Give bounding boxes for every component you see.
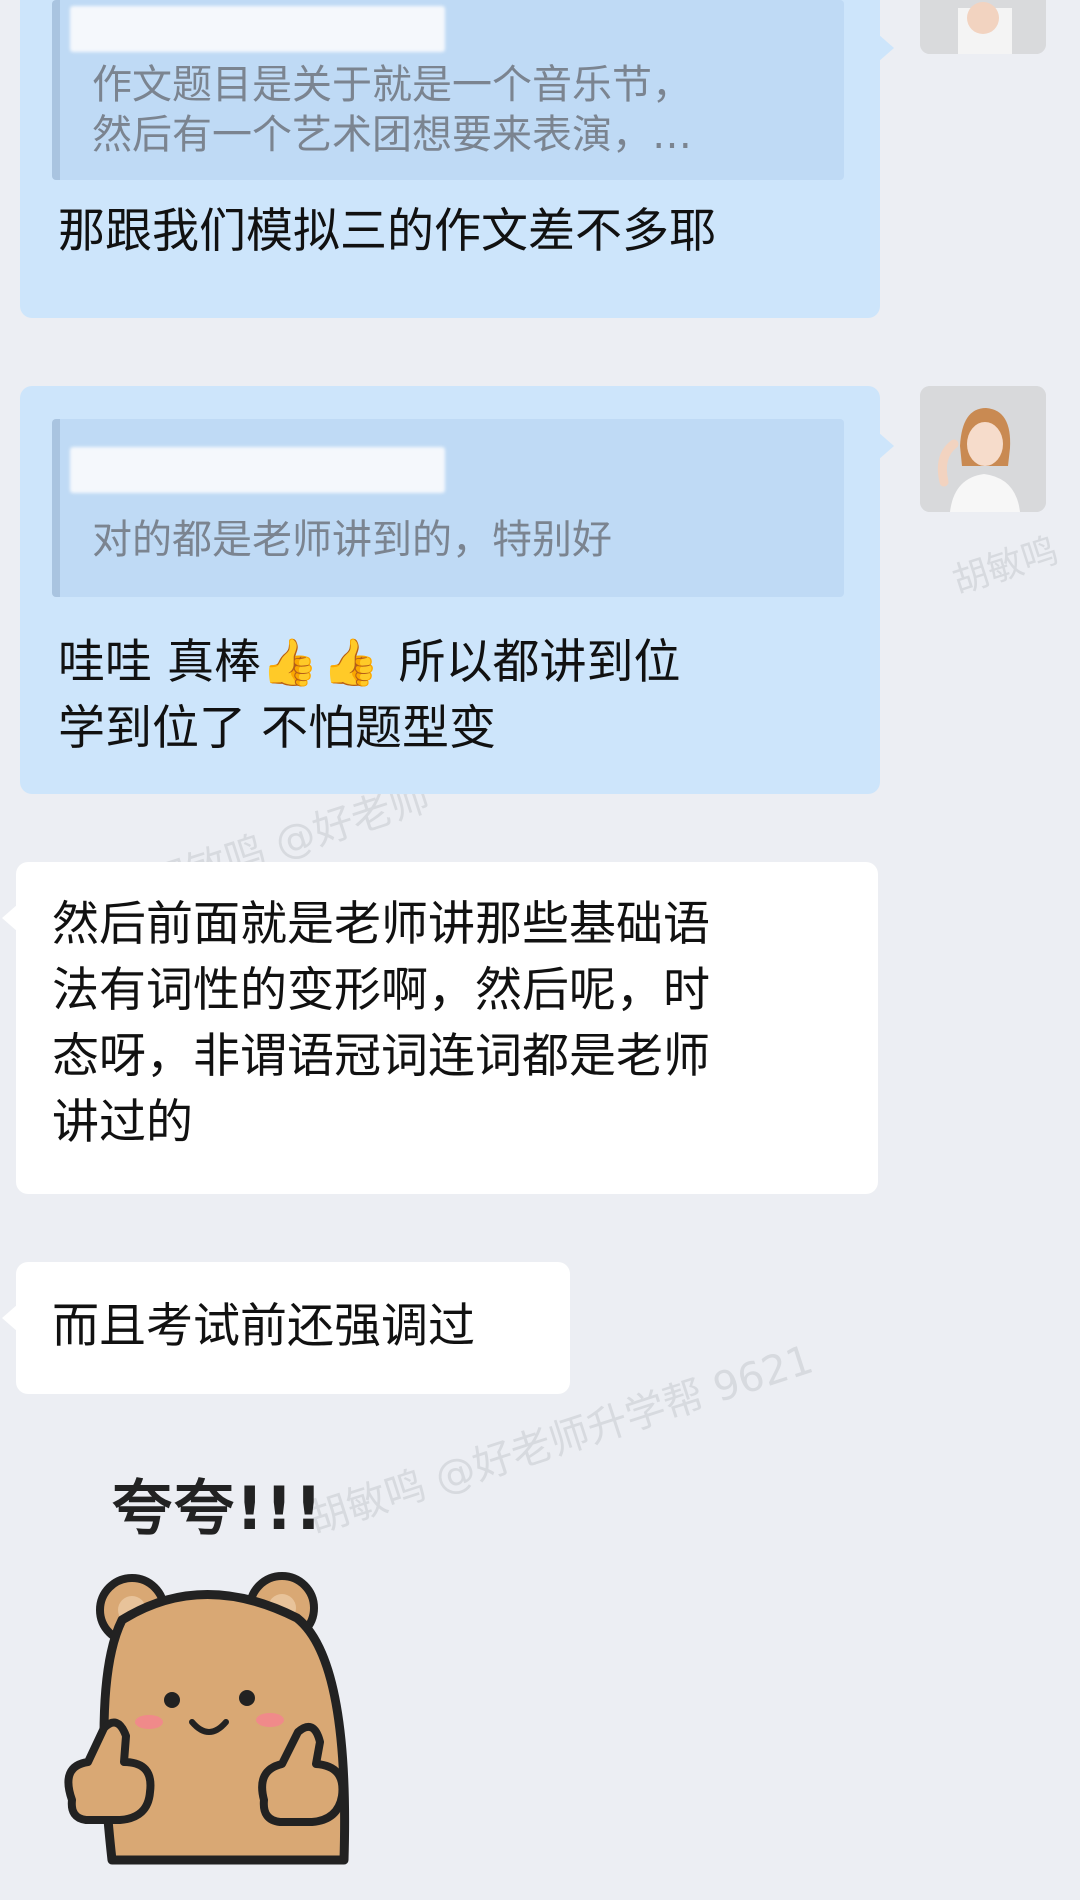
message-text: 那跟我们模拟三的作文差不多耶 (58, 204, 716, 259)
quoted-message-text: 对的都是老师讲到的，特别好 (92, 517, 612, 563)
message-bubble-outgoing[interactable]: 作文题目是关于就是一个音乐节， 然后有一个艺术团想要来表演，… 那跟我们模拟三的… (20, 0, 894, 318)
message-bubble-incoming[interactable]: 而且考试前还强调过 (2, 1262, 570, 1394)
message-bubble-incoming[interactable]: 然后前面就是老师讲那些基础语 法有词性的变形啊，然后呢，时 态呀，非谓语冠词连词… (2, 862, 878, 1194)
thumbs-up-bear-icon (64, 1572, 350, 1865)
watermark: 胡敏鸣 (947, 530, 1064, 603)
avatar-photo-icon (920, 0, 1046, 54)
thumbs-up-emoji-icon: 👍👍 (260, 635, 384, 689)
message-text: 哇哇 真棒👍👍 所以都讲到位 学到位了 不怕题型变 (58, 629, 680, 762)
message-bubble-outgoing[interactable]: 对的都是老师讲到的，特别好 哇哇 真棒👍👍 所以都讲到位 学到位了 不怕题型变 (20, 386, 894, 794)
redacted-quote-sender (70, 6, 445, 52)
avatar[interactable] (920, 0, 1046, 54)
redacted-quote-sender (70, 447, 445, 493)
bear-sticker[interactable]: 夸夸!!! (52, 1460, 372, 1880)
message-text: 而且考试前还强调过 (52, 1299, 475, 1354)
quoted-message[interactable]: 作文题目是关于就是一个音乐节， 然后有一个艺术团想要来表演，… (52, 0, 844, 180)
message-text: 然后前面就是老师讲那些基础语 法有词性的变形啊，然后呢，时 态呀，非谓语冠词连词… (52, 897, 710, 1150)
quoted-message[interactable]: 对的都是老师讲到的，特别好 (52, 419, 844, 597)
quoted-message-text: 作文题目是关于就是一个音乐节， 然后有一个艺术团想要来表演，… (92, 62, 692, 158)
message-text-part: 哇哇 真棒 (58, 635, 261, 690)
avatar-photo-icon (920, 386, 1046, 512)
avatar[interactable] (920, 386, 1046, 512)
